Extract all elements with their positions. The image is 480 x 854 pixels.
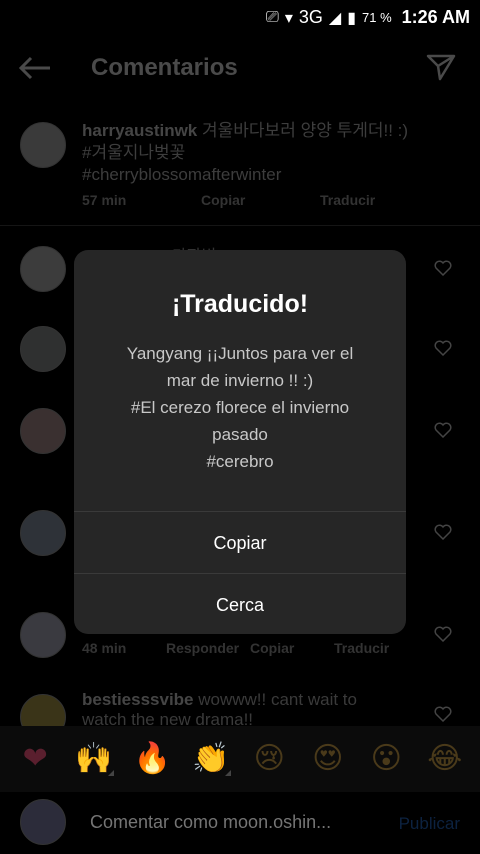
dialog-body: Yangyang ¡¡Juntos para ver el mar de inv…	[104, 340, 376, 475]
dialog-line: pasado	[212, 425, 268, 444]
dialog-line: #cerebro	[206, 452, 274, 471]
close-button[interactable]: Cerca	[74, 573, 406, 634]
copy-button[interactable]: Copiar	[74, 511, 406, 573]
dialog-line: #El cerezo florece el invierno	[130, 398, 350, 417]
translation-dialog: ¡Traducido! Yangyang ¡¡Juntos para ver e…	[74, 250, 406, 634]
dialog-line: Yangyang ¡¡Juntos para ver el	[126, 344, 354, 363]
dialog-line: mar de invierno !! :)	[166, 371, 314, 390]
dialog-title: ¡Traducido!	[171, 290, 309, 318]
